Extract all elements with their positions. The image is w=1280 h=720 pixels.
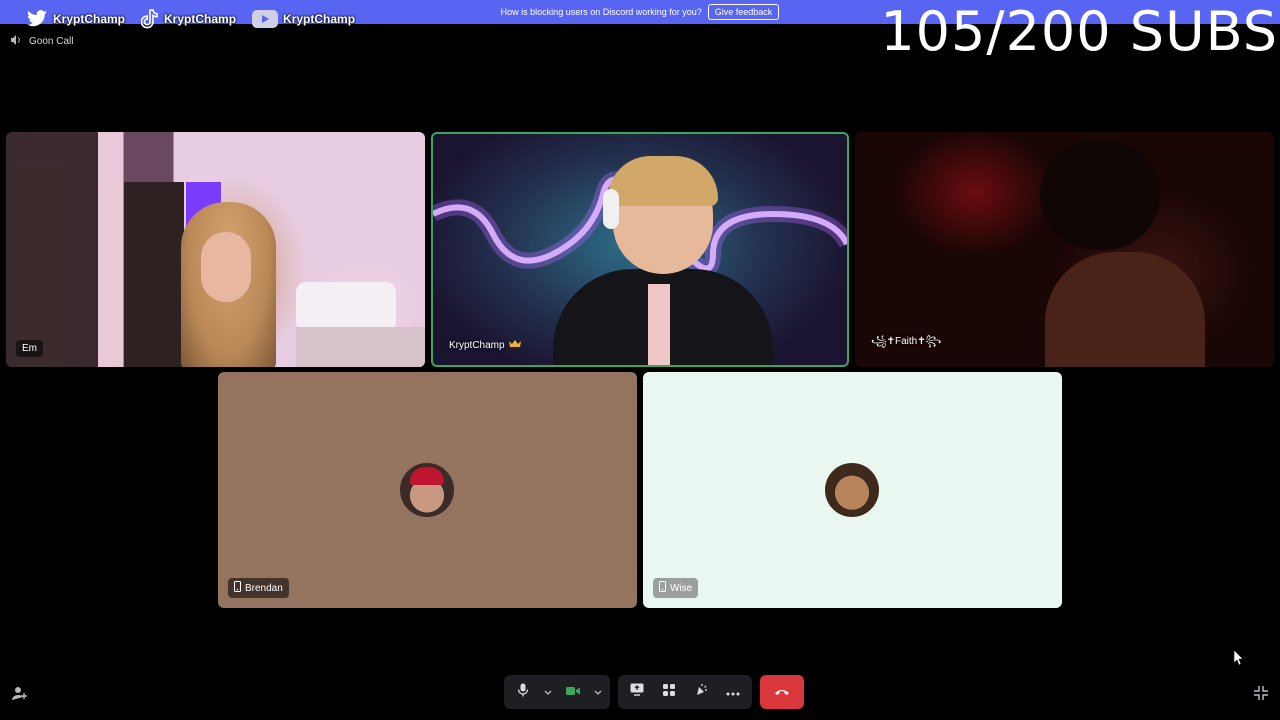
video-frame-face	[201, 232, 251, 302]
participant-name: Em	[22, 343, 37, 354]
social-overlay: KryptChamp KryptChamp KryptChamp	[26, 9, 355, 29]
participant-name: KryptChamp	[449, 340, 505, 351]
video-frame-hair	[1040, 140, 1160, 250]
actions-group	[618, 675, 752, 709]
tiktok-handle: KryptChamp	[164, 12, 237, 26]
call-title: Goon Call	[10, 34, 73, 49]
camera-icon	[566, 683, 580, 701]
avatar	[825, 463, 879, 517]
video-frame-tie	[648, 284, 670, 365]
participant-name-tag: KryptChamp	[443, 336, 527, 355]
mobile-icon	[659, 581, 666, 595]
disconnect-button[interactable]	[760, 675, 804, 709]
twitter-icon	[26, 10, 48, 28]
participant-tile-em[interactable]: Em	[6, 132, 425, 367]
activities-icon	[663, 683, 675, 701]
video-frame-person	[1045, 252, 1205, 367]
call-controls	[504, 675, 804, 709]
microphone-icon	[517, 683, 529, 702]
mic-options-button[interactable]	[542, 679, 554, 705]
camera-button[interactable]	[560, 679, 586, 705]
participant-tile-wise[interactable]: Wise	[643, 372, 1062, 608]
chevron-down-icon	[544, 683, 552, 701]
participant-name: Brendan	[245, 582, 283, 594]
avatar	[400, 463, 454, 517]
more-button[interactable]	[720, 679, 746, 705]
video-frame-blanket	[296, 327, 425, 367]
social-youtube: KryptChamp	[252, 10, 355, 28]
sub-counter: 105/200 SUBS	[880, 0, 1278, 63]
exit-fullscreen-icon[interactable]	[1252, 684, 1270, 702]
social-twitter: KryptChamp	[26, 10, 125, 28]
add-person-icon[interactable]	[10, 684, 28, 702]
video-frame-pillow	[296, 282, 396, 332]
participant-tile-kryptchamp[interactable]: KryptChamp	[431, 132, 849, 367]
call-name: Goon Call	[29, 36, 74, 47]
chevron-down-icon	[594, 683, 602, 701]
twitter-handle: KryptChamp	[53, 12, 126, 26]
crown-icon	[508, 339, 521, 352]
banner-message: How is blocking users on Discord working…	[500, 7, 702, 17]
tiktok-icon	[141, 9, 159, 29]
screen-share-button[interactable]	[624, 679, 650, 705]
activities-button[interactable]	[656, 679, 682, 705]
participant-tile-faith[interactable]: ꧁✝Faith✝꧂	[855, 132, 1274, 367]
participant-name-tag: Brendan	[228, 578, 289, 598]
avatar-cap	[410, 467, 444, 485]
speaker-icon	[10, 34, 22, 49]
video-frame	[16, 162, 66, 367]
mouse-cursor-icon	[1233, 649, 1244, 671]
camera-options-button[interactable]	[592, 679, 604, 705]
phone-hangup-icon	[774, 683, 790, 701]
more-icon	[726, 683, 740, 701]
give-feedback-button[interactable]: Give feedback	[707, 4, 780, 20]
soundboard-icon	[695, 683, 708, 701]
participant-name-tag: Wise	[653, 578, 699, 598]
soundboard-button[interactable]	[688, 679, 714, 705]
youtube-icon	[252, 10, 279, 28]
video-frame-detail	[124, 182, 184, 367]
mobile-icon	[234, 581, 241, 595]
video-frame-headphone	[603, 189, 619, 229]
participant-tile-brendan[interactable]: Brendan	[218, 372, 637, 608]
participant-name: Wise	[670, 582, 693, 594]
participant-name-tag: ꧁✝Faith✝꧂	[865, 331, 947, 357]
microphone-button[interactable]	[510, 679, 536, 705]
youtube-handle: KryptChamp	[283, 12, 356, 26]
participant-name-tag: Em	[16, 340, 43, 357]
participant-name: ꧁✝Faith✝꧂	[871, 336, 942, 347]
social-tiktok: KryptChamp	[141, 9, 236, 29]
screen-share-icon	[630, 683, 644, 701]
mic-group	[504, 675, 610, 709]
